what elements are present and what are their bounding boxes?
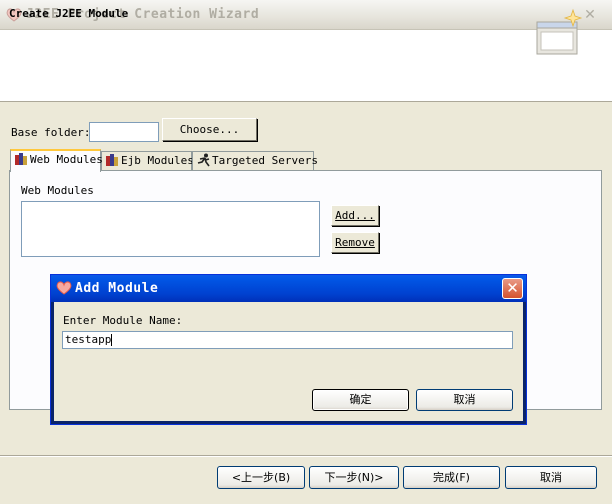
books-icon — [106, 154, 118, 166]
back-button[interactable]: <上一步(B) — [217, 466, 305, 489]
tab-ejb-modules[interactable]: Ejb Modules — [101, 151, 194, 170]
module-name-input[interactable]: testapp — [62, 331, 513, 349]
wizard-banner-icon — [536, 8, 583, 55]
web-modules-label: Web Modules — [21, 184, 94, 197]
tab-label: Ejb Modules — [121, 154, 194, 167]
running-man-icon — [197, 153, 210, 167]
web-modules-list[interactable] — [21, 201, 320, 257]
dialog-title: Add Module — [75, 281, 159, 296]
books-icon — [15, 153, 27, 165]
tab-label: Targeted Servers — [212, 154, 318, 167]
finish-button[interactable]: 完成(F) — [403, 466, 500, 489]
add-button[interactable]: Add... — [331, 205, 379, 226]
module-name-label: Enter Module Name: — [63, 314, 183, 327]
cancel-button[interactable]: 取消 — [505, 466, 597, 489]
module-name-value: testapp — [65, 333, 112, 346]
separator — [0, 455, 612, 457]
next-button[interactable]: 下一步(N)> — [309, 466, 399, 489]
base-folder-label: Base folder: — [11, 126, 91, 139]
wizard-header — [0, 30, 612, 102]
remove-button[interactable]: Remove — [331, 232, 379, 253]
ok-button[interactable]: 确定 — [312, 389, 409, 411]
choose-button[interactable]: Choose... — [162, 118, 257, 141]
text-cursor — [111, 334, 113, 346]
dialog-cancel-button[interactable]: 取消 — [416, 389, 513, 411]
tab-targeted-servers[interactable]: Targeted Servers — [192, 151, 318, 170]
app-icon — [56, 281, 72, 295]
dialog-close-button[interactable]: ✕ — [502, 278, 523, 299]
tab-label: Web Modules — [30, 153, 103, 166]
page-title: Create J2EE Module — [9, 7, 129, 20]
tab-web-modules[interactable]: Web Modules — [10, 149, 103, 172]
base-folder-input[interactable] — [89, 122, 159, 142]
